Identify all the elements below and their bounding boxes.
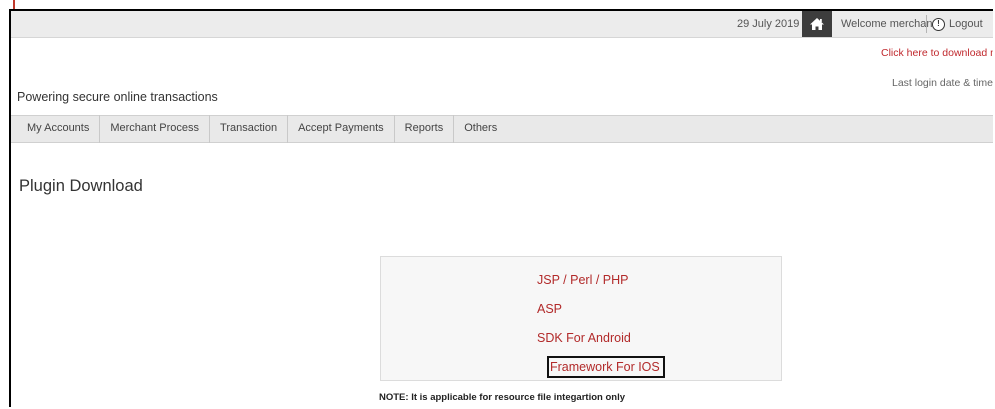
last-login-text: Last login date & time: : — [892, 77, 993, 89]
logout-label: Logout — [949, 18, 983, 30]
home-icon — [810, 18, 824, 30]
plugin-link-jsp-perl-php[interactable]: JSP / Perl / PHP — [537, 273, 628, 287]
nav-reports[interactable]: Reports — [395, 115, 455, 143]
nav-merchant-process[interactable]: Merchant Process — [100, 115, 211, 143]
note-text: NOTE: It is applicable for resource file… — [379, 392, 625, 403]
nav-transaction[interactable]: Transaction — [210, 115, 289, 143]
page-title: Plugin Download — [19, 177, 143, 195]
main-nav: My Accounts Merchant Process Transaction… — [11, 115, 993, 143]
nav-others[interactable]: Others — [454, 115, 507, 143]
home-button[interactable] — [802, 11, 832, 37]
plugin-list-panel: JSP / Perl / PHP ASP SDK For Android Fra… — [380, 256, 782, 381]
nav-accept-payments[interactable]: Accept Payments — [288, 115, 395, 143]
logout-button[interactable]: ! Logout — [932, 11, 983, 37]
plugin-link-asp[interactable]: ASP — [537, 302, 562, 316]
nav-my-accounts[interactable]: My Accounts — [11, 115, 101, 143]
plugin-link-framework-ios[interactable]: Framework For IOS — [547, 356, 665, 378]
download-link[interactable]: Click here to download m — [881, 47, 993, 59]
user-icon: ! — [932, 17, 945, 31]
divider — [926, 15, 927, 33]
tagline: Powering secure online transactions — [17, 90, 218, 104]
plugin-link-sdk-android[interactable]: SDK For Android — [537, 331, 631, 345]
top-bar: 29 July 2019 Welcome merchan... ! Logout — [11, 11, 993, 38]
current-date: 29 July 2019 — [737, 18, 800, 30]
app-frame: 29 July 2019 Welcome merchan... ! Logout… — [9, 9, 993, 407]
